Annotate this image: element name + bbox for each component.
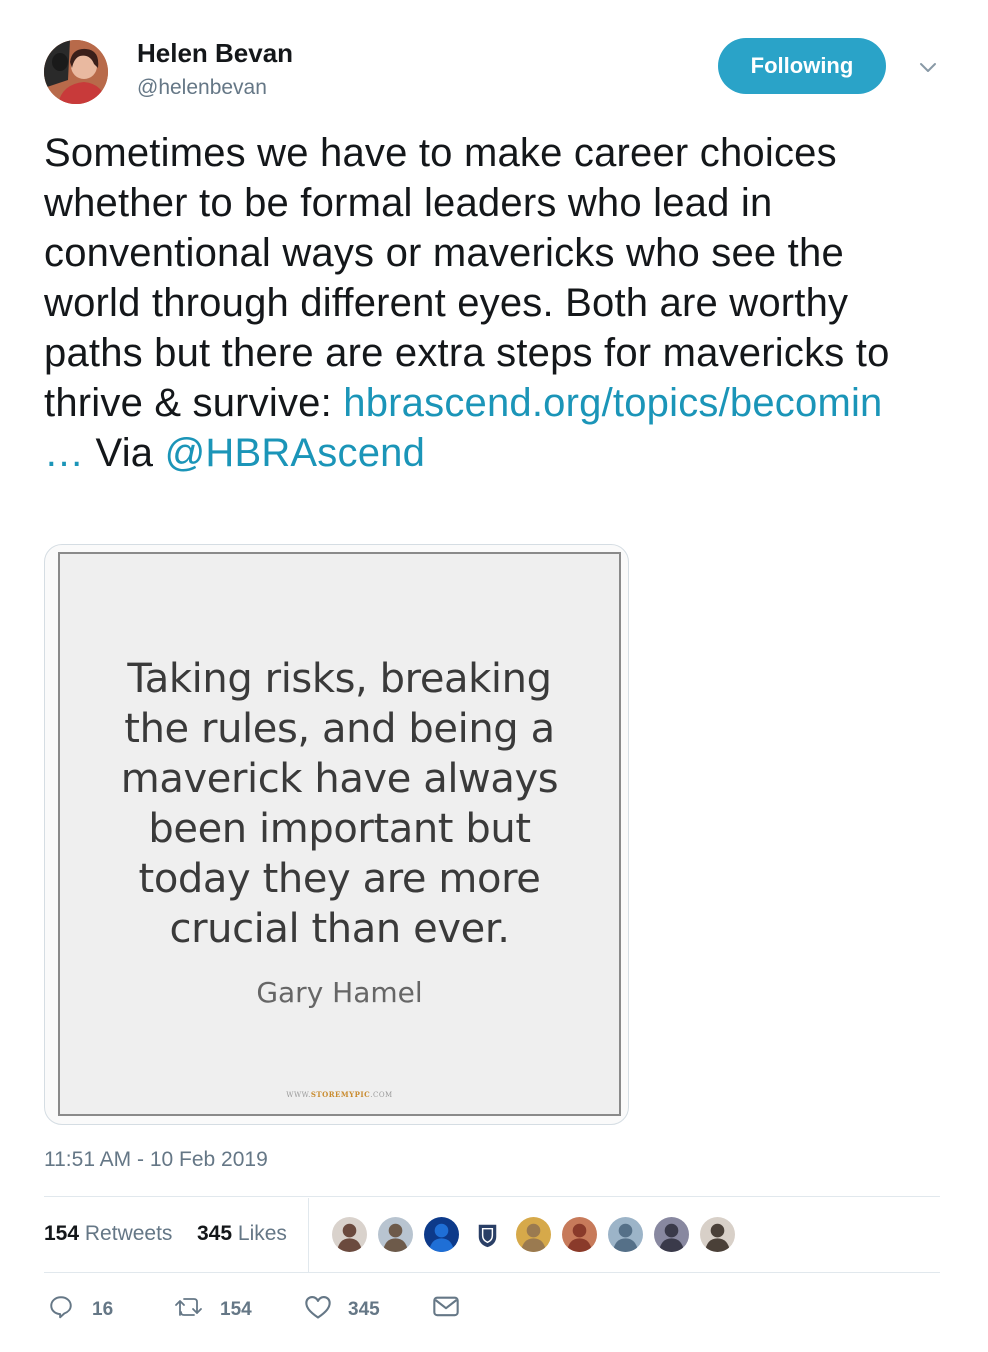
author-avatar-icon [44, 40, 108, 104]
liker-avatar[interactable] [652, 1215, 691, 1254]
envelope-icon [433, 1296, 459, 1317]
quote-line: crucial than ever. [169, 906, 510, 952]
engagement-stats: 154 Retweets 345 Likes [44, 1198, 940, 1272]
following-button[interactable]: Following [718, 38, 886, 94]
reply-count: 16 [92, 1299, 114, 1320]
watermark: WWW.STOREMYPIC.COM [286, 1090, 393, 1099]
tweet-timestamp[interactable]: 11:51 AM - 10 Feb 2019 [44, 1148, 268, 1172]
liker-avatar[interactable] [560, 1215, 599, 1254]
quote-line: been important but [148, 806, 531, 852]
direct-message-button[interactable] [432, 1290, 462, 1326]
author-avatar[interactable] [44, 40, 108, 104]
liker-avatar[interactable] [330, 1215, 369, 1254]
like-count: 345 [348, 1299, 380, 1320]
liker-avatar[interactable] [606, 1215, 645, 1254]
retweet-button[interactable]: 154 [174, 1290, 284, 1326]
like-button[interactable]: 345 [304, 1290, 414, 1326]
quote-image: Taking risks, breaking the rules, and be… [58, 552, 621, 1116]
reply-button[interactable]: 16 [48, 1290, 128, 1326]
quote-text: Taking risks, breaking the rules, and be… [60, 654, 619, 954]
retweet-count: 154 [220, 1299, 252, 1320]
user-avatar-icon [332, 1217, 367, 1252]
quote-line: today they are more [138, 856, 541, 902]
user-avatar-icon [608, 1217, 643, 1252]
reply-icon [50, 1296, 72, 1319]
user-avatar-icon [654, 1217, 689, 1252]
retweets-stat[interactable]: 154 Retweets [44, 1222, 172, 1246]
via-text: Via [95, 431, 154, 475]
user-avatar-icon [700, 1217, 735, 1252]
liker-avatar[interactable] [468, 1215, 507, 1254]
quote-line: the rules, and being a [124, 706, 555, 752]
quote-line: maverick have always [120, 756, 559, 802]
user-avatar-icon [424, 1217, 459, 1252]
user-avatar-icon [516, 1217, 551, 1252]
tweet-header: Helen Bevan @helenbevan Following [44, 36, 944, 108]
link-ellipsis[interactable]: … [44, 431, 84, 475]
tweet-body: Sometimes we have to make career choices… [44, 128, 949, 478]
likes-stat[interactable]: 345 Likes [197, 1222, 287, 1246]
heart-icon [305, 1296, 331, 1319]
author-handle[interactable]: @helenbevan [137, 76, 267, 100]
user-avatar-icon [562, 1217, 597, 1252]
quote-author: Gary Hamel [256, 976, 423, 1009]
shield-logo-icon [470, 1217, 505, 1252]
quote-line: Taking risks, breaking [127, 656, 552, 702]
liker-avatar[interactable] [422, 1215, 461, 1254]
tweet-media[interactable]: Taking risks, breaking the rules, and be… [44, 544, 629, 1125]
divider [44, 1272, 940, 1273]
tweet-actions: 16 154 345 [44, 1286, 644, 1330]
stats-divider [308, 1198, 309, 1272]
retweet-icon [175, 1298, 202, 1316]
article-link[interactable]: hbrascend.org/topics/becomin [343, 381, 882, 425]
chevron-down-icon[interactable] [916, 56, 940, 80]
liker-avatar[interactable] [376, 1215, 415, 1254]
mention-link[interactable]: @HBRAscend [165, 431, 425, 475]
user-avatar-icon [378, 1217, 413, 1252]
liker-avatar[interactable] [698, 1215, 737, 1254]
author-name[interactable]: Helen Bevan [137, 38, 293, 69]
divider [44, 1196, 940, 1197]
liker-avatar[interactable] [514, 1215, 553, 1254]
